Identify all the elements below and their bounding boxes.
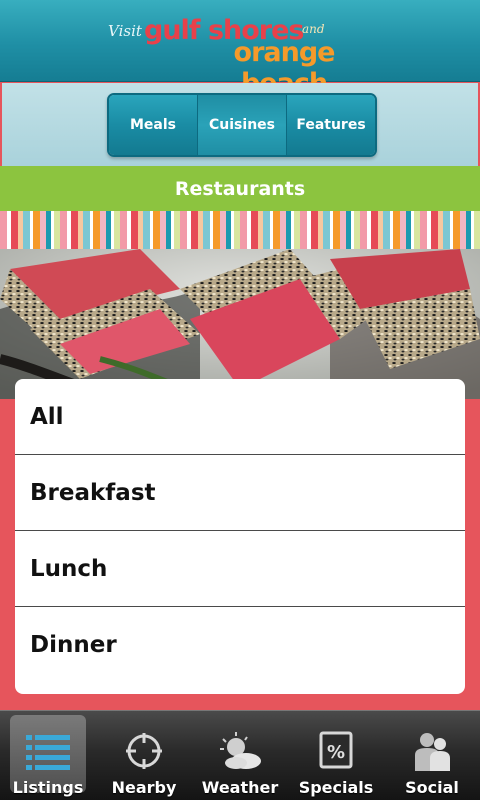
seared-tuna-illustration xyxy=(0,249,480,399)
logo-visit-text: Visit xyxy=(108,22,142,40)
tab-cuisines[interactable]: Cuisines xyxy=(198,95,287,155)
nav-social[interactable]: Social xyxy=(384,711,480,800)
nav-weather-label: Weather xyxy=(201,778,279,797)
people-icon xyxy=(410,731,454,771)
list-item-label: Breakfast xyxy=(30,479,156,506)
list-item-label: All xyxy=(30,403,64,430)
bottom-navigation: Listings Nearby Weather % Specials Socia… xyxy=(0,710,480,800)
nav-weather[interactable]: Weather xyxy=(192,711,288,800)
list-item-all[interactable]: All xyxy=(15,379,465,455)
nav-listings[interactable]: Listings xyxy=(0,711,96,800)
section-title-bar: Restaurants xyxy=(0,166,480,211)
weather-icon xyxy=(218,731,262,771)
segmented-control: Meals Cuisines Features xyxy=(107,93,377,157)
list-icon xyxy=(26,731,70,771)
nav-nearby[interactable]: Nearby xyxy=(96,711,192,800)
list-item-label: Lunch xyxy=(30,555,108,582)
list-item-label: Dinner xyxy=(30,632,117,658)
category-tabs-panel: Meals Cuisines Features xyxy=(0,83,480,166)
tab-meals-label: Meals xyxy=(129,117,176,133)
nav-social-label: Social xyxy=(405,778,459,797)
nav-listings-label: Listings xyxy=(12,778,84,797)
header-bar: Visit gulf shores and orange beach xyxy=(0,0,480,99)
percent-icon: % xyxy=(314,731,358,771)
food-hero-image xyxy=(0,249,480,399)
tab-features-label: Features xyxy=(296,117,366,133)
tab-cuisines-label: Cuisines xyxy=(209,117,275,133)
svg-text:%: % xyxy=(327,742,345,763)
tab-features[interactable]: Features xyxy=(287,95,375,155)
crosshair-icon xyxy=(122,731,166,771)
app-screen: Visit gulf shores and orange beach Meals… xyxy=(0,0,480,800)
list-item-dinner[interactable]: Dinner xyxy=(15,607,465,683)
nav-specials[interactable]: % Specials xyxy=(288,711,384,800)
tab-meals[interactable]: Meals xyxy=(109,95,198,155)
logo-and-text: and xyxy=(302,22,325,36)
logo: Visit gulf shores and orange beach xyxy=(108,14,378,99)
meal-list: All Breakfast Lunch Dinner xyxy=(15,379,465,694)
nav-nearby-label: Nearby xyxy=(111,778,177,797)
decorative-stripes xyxy=(0,211,480,249)
page-title: Restaurants xyxy=(174,177,306,200)
list-item-breakfast[interactable]: Breakfast xyxy=(15,455,465,531)
nav-specials-label: Specials xyxy=(298,778,374,797)
list-item-lunch[interactable]: Lunch xyxy=(15,531,465,607)
